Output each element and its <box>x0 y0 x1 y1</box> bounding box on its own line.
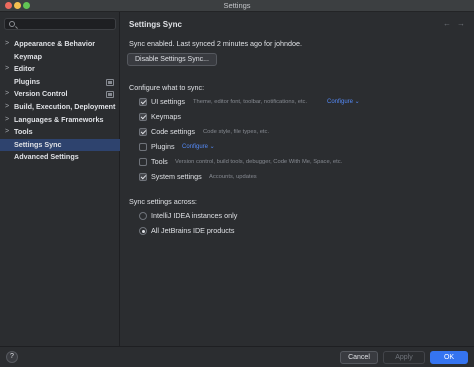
sync-status-text: Sync enabled. Last synced 2 minutes ago … <box>129 39 303 48</box>
sidebar-item-build-execution-deployment[interactable]: > Build, Execution, Deployment <box>0 101 120 114</box>
option-label: Plugins <box>151 142 175 151</box>
code-settings-checkbox[interactable] <box>139 128 147 136</box>
project-settings-icon <box>106 78 114 86</box>
search-icon <box>9 21 15 27</box>
ok-button[interactable]: OK <box>430 351 468 364</box>
sidebar-item-label: Keymap <box>14 51 42 61</box>
sidebar-item-editor[interactable]: > Editor <box>0 63 120 76</box>
sidebar-item-label: Appearance & Behavior <box>14 39 96 48</box>
disable-settings-sync-button[interactable]: Disable Settings Sync... <box>127 53 217 66</box>
chevron-right-icon[interactable]: > <box>5 88 9 101</box>
sidebar-item-label: Advanced Settings <box>14 152 79 162</box>
chevron-right-icon[interactable]: > <box>5 38 9 51</box>
sidebar-item-advanced-settings[interactable]: Advanced Settings <box>0 151 120 164</box>
option-label: Tools <box>151 157 168 166</box>
sidebar-item-plugins[interactable]: Plugins <box>0 76 120 89</box>
sidebar-item-label: Build, Execution, Deployment <box>14 101 116 111</box>
sidebar-item-keymap[interactable]: Keymap <box>0 51 120 64</box>
sidebar-item-label: Plugins <box>14 76 40 86</box>
keymaps-checkbox[interactable] <box>139 113 147 121</box>
window-title: Settings <box>223 1 251 10</box>
ui-settings-configure-link[interactable]: Configure ⌄ <box>327 97 360 107</box>
plugins-configure-link[interactable]: Configure ⌄ <box>182 142 215 152</box>
settings-sidebar: > Appearance & Behavior Keymap > Editor … <box>0 12 120 346</box>
system-settings-checkbox[interactable] <box>139 173 147 181</box>
chevron-right-icon[interactable]: > <box>5 114 9 127</box>
option-description: Code style, file types, etc. <box>203 129 270 135</box>
chevron-right-icon[interactable]: > <box>5 63 9 76</box>
sidebar-item-label: Settings Sync <box>14 139 62 149</box>
option-description: Theme, editor font, toolbar, notificatio… <box>193 99 308 105</box>
dialog-footer: ? Cancel Apply OK <box>0 346 474 367</box>
sidebar-item-version-control[interactable]: > Version Control <box>0 88 120 101</box>
project-settings-icon <box>106 91 114 99</box>
chevron-right-icon[interactable]: > <box>5 126 9 139</box>
sync-across-section-label: Sync settings across: <box>129 197 197 206</box>
option-label: UI settings <box>151 97 185 106</box>
sidebar-item-label: Version Control <box>14 89 68 99</box>
settings-search-box[interactable] <box>4 18 116 30</box>
apply-button[interactable]: Apply <box>383 351 425 364</box>
chevron-right-icon[interactable]: > <box>5 101 9 114</box>
back-arrow-icon[interactable]: ← <box>443 19 451 28</box>
radio-label: IntelliJ IDEA instances only <box>151 211 238 220</box>
sidebar-item-languages-frameworks[interactable]: > Languages & Frameworks <box>0 114 120 127</box>
settings-search-input[interactable] <box>19 20 114 29</box>
ui-settings-checkbox[interactable] <box>139 98 147 106</box>
sidebar-item-settings-sync[interactable]: Settings Sync <box>0 138 120 152</box>
intellij-only-radio[interactable] <box>139 212 147 220</box>
page-title: Settings Sync <box>129 20 182 29</box>
option-label: System settings <box>151 172 202 181</box>
radio-label: All JetBrains IDE products <box>151 226 235 235</box>
title-bar: Settings <box>0 0 474 12</box>
forward-arrow-icon[interactable]: → <box>457 19 465 28</box>
cancel-button[interactable]: Cancel <box>340 351 378 364</box>
option-description: Version control, build tools, debugger, … <box>175 159 343 165</box>
configure-section-label: Configure what to sync: <box>129 83 205 92</box>
option-description: Accounts, updates <box>209 174 257 180</box>
settings-nav-tree: > Appearance & Behavior Keymap > Editor … <box>0 38 120 164</box>
settings-content-panel: Settings Sync ← → Sync enabled. Last syn… <box>121 12 474 346</box>
all-jetbrains-radio[interactable] <box>139 227 147 235</box>
sidebar-item-label: Editor <box>14 64 35 74</box>
help-button[interactable]: ? <box>6 351 18 363</box>
option-label: Code settings <box>151 127 195 136</box>
option-label: Keymaps <box>151 112 181 121</box>
sidebar-item-label: Languages & Frameworks <box>14 114 104 124</box>
sidebar-item-label: Tools <box>14 127 33 137</box>
plugins-checkbox[interactable] <box>139 143 147 151</box>
sidebar-item-appearance-behavior[interactable]: > Appearance & Behavior <box>0 38 120 51</box>
tools-checkbox[interactable] <box>139 158 147 166</box>
sidebar-item-tools[interactable]: > Tools <box>0 126 120 139</box>
